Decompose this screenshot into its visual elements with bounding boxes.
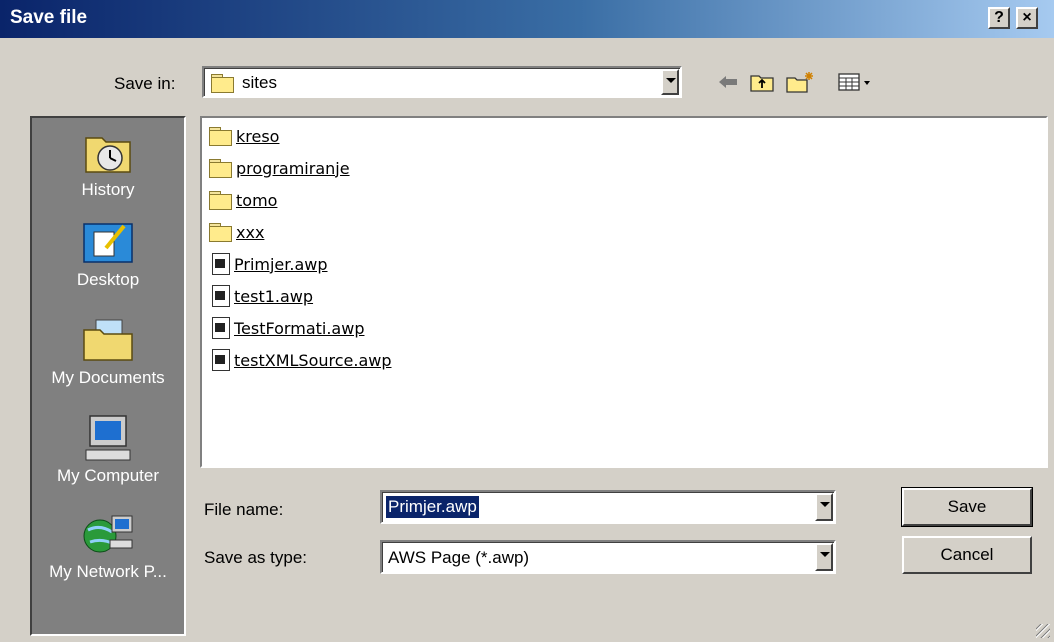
history-icon (80, 128, 136, 176)
place-label: My Documents (51, 368, 165, 387)
place-label: My Computer (56, 466, 160, 485)
list-item[interactable]: test1.awp (208, 282, 313, 310)
save-in-label: Save in: (114, 74, 176, 93)
chevron-down-icon[interactable] (815, 493, 833, 521)
save-in-select[interactable]: sites (202, 66, 682, 98)
title-bar: Save file ? × (0, 0, 1054, 38)
list-item[interactable]: testXMLSource.awp (208, 346, 392, 374)
help-button[interactable]: ? (988, 7, 1010, 29)
new-folder-icon[interactable] (784, 68, 816, 96)
place-history[interactable]: History (32, 128, 184, 200)
desktop-icon (80, 218, 136, 266)
view-menu-icon[interactable] (836, 68, 876, 96)
window-title: Save file (10, 7, 88, 28)
folder-icon (208, 126, 232, 146)
save-type-value: AWS Page (*.awp) (388, 548, 530, 567)
chevron-down-icon[interactable] (661, 69, 679, 95)
file-list[interactable]: kreso programiranje tomo xxx Primjer.awp… (200, 116, 1048, 468)
place-desktop[interactable]: Desktop (32, 218, 184, 290)
back-arrow-icon[interactable] (716, 68, 740, 96)
close-button[interactable]: × (1016, 7, 1038, 29)
file-name-value: Primjer.awp (386, 496, 479, 518)
file-icon (212, 285, 230, 307)
place-label: Desktop (76, 270, 140, 289)
list-item[interactable]: programiranje (208, 154, 350, 182)
list-item[interactable]: Primjer.awp (208, 250, 328, 278)
cancel-button[interactable]: Cancel (902, 536, 1032, 574)
place-network[interactable]: My Network P... (32, 510, 184, 582)
folder-icon (210, 73, 234, 98)
list-item[interactable]: kreso (208, 122, 279, 150)
file-name-input[interactable]: Primjer.awp (380, 490, 836, 524)
place-label: History (81, 180, 135, 199)
folder-icon (208, 190, 232, 210)
list-item[interactable]: TestFormati.awp (208, 314, 364, 342)
places-bar: History Desktop My Documents My Computer… (30, 116, 186, 636)
place-label: My Network P... (49, 562, 167, 581)
place-my-computer[interactable]: My Computer (32, 414, 184, 486)
my-documents-icon (80, 316, 136, 364)
file-icon (212, 253, 230, 275)
save-type-select[interactable]: AWS Page (*.awp) (380, 540, 836, 574)
my-computer-icon (80, 414, 136, 462)
place-my-documents[interactable]: My Documents (32, 316, 184, 388)
list-item[interactable]: tomo (208, 186, 277, 214)
save-button[interactable]: Save (901, 487, 1033, 527)
folder-icon (208, 222, 232, 242)
up-folder-icon[interactable] (748, 68, 776, 96)
folder-icon (208, 158, 232, 178)
save-type-label: Save as type: (204, 548, 308, 567)
file-icon (212, 317, 230, 339)
chevron-down-icon[interactable] (815, 543, 833, 571)
save-in-value: sites (242, 73, 277, 92)
file-icon (212, 349, 230, 371)
network-places-icon (80, 510, 136, 558)
list-item[interactable]: xxx (208, 218, 264, 246)
resize-grip[interactable] (1036, 624, 1050, 638)
file-name-label: File name: (204, 500, 284, 519)
